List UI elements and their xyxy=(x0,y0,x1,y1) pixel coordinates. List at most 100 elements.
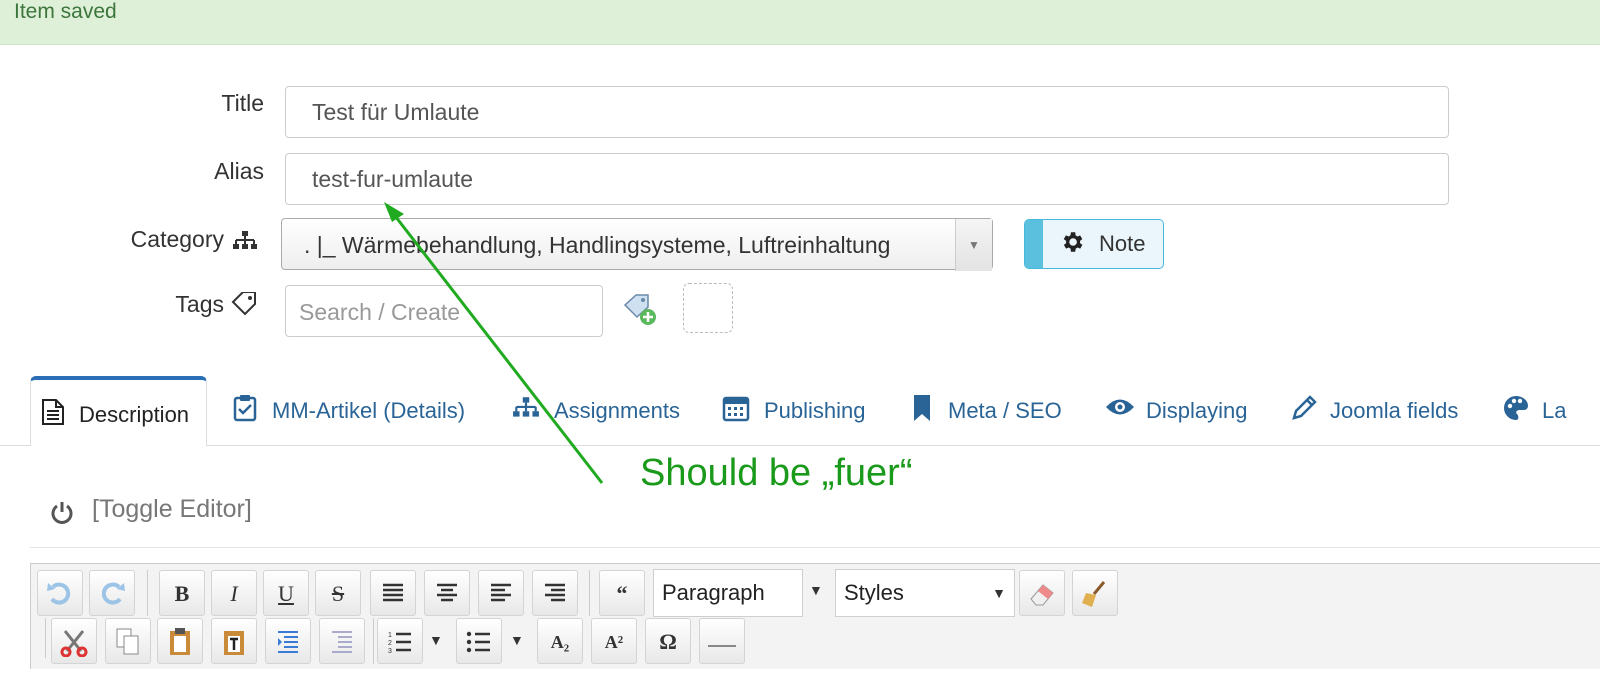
chevron-down-icon[interactable]: ▼ xyxy=(429,632,443,648)
sitemap-icon xyxy=(513,397,539,417)
eraser-icon xyxy=(1030,584,1054,606)
undo-button[interactable] xyxy=(37,570,83,616)
bookmark-icon xyxy=(914,395,930,421)
title-label: Title xyxy=(221,90,264,116)
cut-button[interactable] xyxy=(51,618,97,664)
tab-joomla-fields[interactable]: Joomla fields xyxy=(1290,376,1480,446)
numbered-list-icon: 123 xyxy=(388,632,411,655)
tab-label: Publishing xyxy=(764,398,866,423)
title-input[interactable]: Test für Umlaute xyxy=(285,86,1449,138)
redo-button[interactable] xyxy=(89,570,135,616)
italic-button[interactable]: I xyxy=(211,570,257,616)
redo-icon xyxy=(101,582,125,605)
clear-formatting-button[interactable] xyxy=(1019,570,1065,616)
tab-label: Joomla fields xyxy=(1330,398,1459,423)
tab-label: Displaying xyxy=(1146,398,1248,423)
bold-button[interactable]: B xyxy=(159,570,205,616)
toolbar-separator xyxy=(45,618,46,658)
tab-label: MM-Artikel (Details) xyxy=(272,398,466,423)
cleanup-button[interactable] xyxy=(1072,570,1118,616)
align-left-button[interactable] xyxy=(478,570,524,616)
svg-text:3: 3 xyxy=(388,648,392,655)
alias-input[interactable]: test-fur-umlaute xyxy=(285,153,1449,205)
alert-message: Item saved xyxy=(14,0,117,23)
outdent-icon xyxy=(332,631,352,653)
toggle-editor-label: [Toggle Editor] xyxy=(92,495,252,523)
category-select[interactable]: . |_ Wärmebehandlung, Handlingsysteme, L… xyxy=(281,218,993,271)
palette-icon xyxy=(1504,396,1528,420)
tag-icon xyxy=(231,292,256,316)
paste-text-button[interactable] xyxy=(211,618,257,664)
paste-button[interactable] xyxy=(157,618,203,664)
blockquote-button[interactable]: “ xyxy=(599,570,645,616)
align-justify-icon xyxy=(383,583,403,602)
tab-label: Meta / SEO xyxy=(948,398,1062,423)
document-icon xyxy=(42,399,64,425)
calendar-icon xyxy=(722,396,750,422)
clipboard-icon xyxy=(170,628,190,655)
superscript-button[interactable]: A² xyxy=(591,618,637,664)
numbered-list-button[interactable]: 123 xyxy=(377,618,423,664)
align-right-button[interactable] xyxy=(532,570,578,616)
pencil-icon xyxy=(1292,395,1317,420)
tab-mm-artikel[interactable]: MM-Artikel (Details) xyxy=(232,376,482,446)
svg-text:1: 1 xyxy=(388,632,392,639)
strikethrough-button[interactable]: S xyxy=(315,570,361,616)
chevron-down-icon[interactable]: ▼ xyxy=(809,582,823,598)
tab-label: La xyxy=(1542,398,1567,423)
underline-button[interactable]: U xyxy=(263,570,309,616)
success-alert: Item saved xyxy=(0,0,1600,45)
tags-search-input[interactable]: Search / Create xyxy=(285,285,603,337)
align-center-icon xyxy=(437,583,457,602)
toolbar-separator xyxy=(589,570,590,616)
svg-text:2: 2 xyxy=(388,640,392,647)
tab-displaying[interactable]: Displaying xyxy=(1105,376,1265,446)
undo-icon xyxy=(47,582,71,605)
bullet-list-button[interactable] xyxy=(456,618,502,664)
subscript-button[interactable]: A₂ xyxy=(537,618,583,664)
tab-assignments[interactable]: Assignments xyxy=(512,376,692,446)
justify-button[interactable] xyxy=(370,570,416,616)
align-left-icon xyxy=(491,583,511,602)
paste-text-icon xyxy=(224,631,244,655)
format-select[interactable]: Paragraph xyxy=(653,569,803,617)
align-right-icon xyxy=(545,583,565,602)
annotation-text: Should be „fuer“ xyxy=(640,452,913,494)
tab-meta-seo[interactable]: Meta / SEO xyxy=(912,376,1077,446)
styles-select-value: Styles xyxy=(844,580,904,605)
horizontal-rule-icon xyxy=(708,645,736,647)
category-value: . |_ Wärmebehandlung, Handlingsysteme, L… xyxy=(304,232,891,258)
outdent-button[interactable] xyxy=(319,618,365,664)
tab-label: Description xyxy=(79,402,190,427)
alias-label: Alias xyxy=(214,158,264,184)
tab-language[interactable]: La xyxy=(1502,376,1600,446)
tag-placeholder-box[interactable] xyxy=(683,283,733,333)
chevron-down-icon[interactable]: ▼ xyxy=(510,632,524,648)
indent-icon xyxy=(278,631,298,653)
broom-icon xyxy=(1082,581,1106,607)
divider xyxy=(30,547,1600,548)
add-tag-icon[interactable] xyxy=(622,293,658,327)
tab-description[interactable]: Description xyxy=(30,376,207,446)
sitemap-icon xyxy=(233,231,257,249)
chevron-down-icon[interactable]: ▼ xyxy=(955,219,992,271)
copy-button[interactable] xyxy=(105,618,151,664)
clipboard-check-icon xyxy=(233,395,257,422)
special-character-button[interactable]: Ω xyxy=(645,618,691,664)
bullet-list-icon xyxy=(466,631,490,653)
note-button[interactable]: Note xyxy=(1024,219,1164,269)
note-color-bar xyxy=(1025,220,1043,268)
chevron-down-icon[interactable]: ▼ xyxy=(992,570,1006,616)
scissors-icon xyxy=(60,630,88,658)
tab-publishing[interactable]: Publishing xyxy=(722,376,882,446)
tags-label: Tags xyxy=(175,291,224,317)
format-select-value: Paragraph xyxy=(662,580,765,605)
horizontal-rule-button[interactable] xyxy=(699,618,745,664)
indent-button[interactable] xyxy=(265,618,311,664)
align-center-button[interactable] xyxy=(424,570,470,616)
styles-select[interactable]: Styles ▼ xyxy=(835,569,1015,617)
tab-label: Assignments xyxy=(554,398,680,423)
editor-toolbar: B I U S “ Paragraph ▼ Styles ▼ 1 2 3 ▼ ▼… xyxy=(30,563,1600,669)
gear-icon xyxy=(1063,232,1083,252)
toolbar-separator xyxy=(373,618,374,664)
